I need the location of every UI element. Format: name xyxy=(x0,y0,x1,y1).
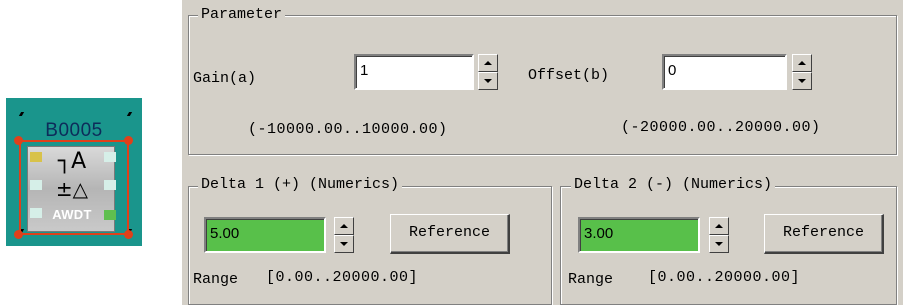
up-arrow-icon xyxy=(484,61,492,65)
parameter-dialog: Parameter Gain(a) 1 (-10000.00..10000.00… xyxy=(182,0,903,305)
gain-spinner[interactable] xyxy=(478,54,498,90)
delta2-spin-up[interactable] xyxy=(709,217,729,235)
input-pin[interactable] xyxy=(30,208,42,218)
offset-spin-up[interactable] xyxy=(792,54,812,72)
offset-range: (-20000.00..20000.00) xyxy=(621,119,821,136)
offset-spin-down[interactable] xyxy=(792,72,812,90)
delta1-spin-down[interactable] xyxy=(334,235,354,253)
down-arrow-icon xyxy=(484,79,492,83)
down-arrow-icon xyxy=(798,79,806,83)
resize-handle[interactable] xyxy=(124,136,133,145)
delta1-spinner[interactable] xyxy=(334,217,354,253)
gain-spin-down[interactable] xyxy=(478,72,498,90)
delta2-spinner[interactable] xyxy=(709,217,729,253)
delta2-input[interactable]: 3.00 xyxy=(578,217,700,253)
offset-input[interactable]: 0 xyxy=(662,54,787,90)
up-arrow-icon xyxy=(340,224,348,228)
delta2-reference-button[interactable]: Reference xyxy=(764,214,884,254)
gain-spin-up[interactable] xyxy=(478,54,498,72)
corner-mark xyxy=(18,112,25,116)
up-arrow-icon xyxy=(798,61,806,65)
delta1-range: [0.00..20000.00] xyxy=(266,269,419,286)
up-arrow-icon xyxy=(715,224,723,228)
output-pin[interactable] xyxy=(104,152,116,162)
resize-handle[interactable] xyxy=(124,230,133,239)
delta1-input[interactable]: 5.00 xyxy=(204,217,326,253)
output-pin[interactable] xyxy=(104,180,116,190)
down-arrow-icon xyxy=(340,242,348,246)
delta1-reference-button[interactable]: Reference xyxy=(390,214,510,254)
input-pin[interactable] xyxy=(30,180,42,190)
gain-label: Gain(a) xyxy=(193,70,257,87)
delta2-spin-down[interactable] xyxy=(709,235,729,253)
offset-spinner[interactable] xyxy=(792,54,812,90)
delta1-spin-up[interactable] xyxy=(334,217,354,235)
gain-input[interactable]: 1 xyxy=(354,54,474,90)
corner-mark xyxy=(126,112,133,116)
delta1-range-label: Range xyxy=(193,271,239,288)
gain-range: (-10000.00..10000.00) xyxy=(248,121,448,138)
offset-label: Offset(b) xyxy=(528,67,610,84)
input-pin[interactable] xyxy=(30,152,42,162)
down-arrow-icon xyxy=(715,242,723,246)
delta1-group-title: Delta 1 (+) (Numerics) xyxy=(198,176,403,193)
parameter-group-title: Parameter xyxy=(198,6,286,23)
delta2-range: [0.00..20000.00] xyxy=(648,269,801,286)
block-id: B0005 xyxy=(45,120,103,141)
resize-handle[interactable] xyxy=(14,136,23,145)
output-pin[interactable] xyxy=(104,210,116,220)
delta2-group-title: Delta 2 (-) (Numerics) xyxy=(571,176,776,193)
delta2-range-label: Range xyxy=(568,271,614,288)
resize-handle[interactable] xyxy=(14,230,23,239)
